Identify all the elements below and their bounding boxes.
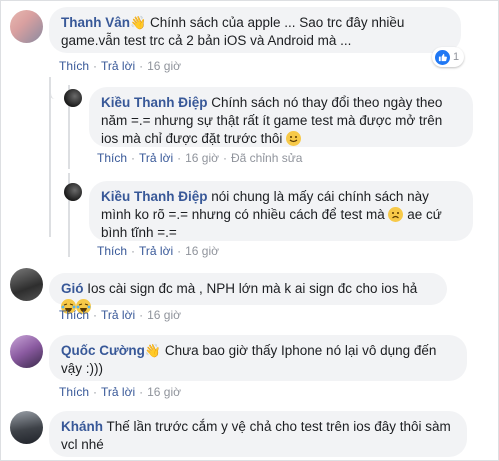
reply-link[interactable]: Trả lời <box>101 59 135 73</box>
reply-author[interactable]: Kiều Thanh Điệp <box>101 95 208 110</box>
comment-text: Ios cài sign đc mà , NPH lớn mà k ai sig… <box>83 281 418 296</box>
avatar-khanh[interactable] <box>10 411 43 444</box>
comment-text: Thế lần trước cắm y vệ chả cho test trên… <box>61 419 451 452</box>
like-link[interactable]: Thích <box>59 385 89 399</box>
timestamp[interactable]: 16 giờ <box>147 308 181 322</box>
timestamp[interactable]: 16 giờ <box>147 385 181 399</box>
comment-author[interactable]: Khánh <box>61 419 103 434</box>
wave-hand-icon: 👋 <box>144 343 162 358</box>
like-link[interactable]: Thích <box>97 151 127 165</box>
reply-link[interactable]: Trả lời <box>101 385 135 399</box>
reply-actions: Thích · Trả lời · 16 giờ · Đã chỉnh sửa <box>97 151 303 165</box>
timestamp[interactable]: 16 giờ <box>185 151 219 165</box>
like-reaction-icon <box>435 49 450 65</box>
comment-bubble: Khánh Thế lần trước cắm y vệ chả cho tes… <box>49 411 467 457</box>
thread-line <box>49 77 51 237</box>
comment-actions: Thích · Trả lời · 16 giờ <box>59 385 181 399</box>
avatar-kieu-thanh-diep[interactable] <box>64 183 82 201</box>
reply-link[interactable]: Trả lời <box>101 308 135 322</box>
comment-author[interactable]: Quốc Cường <box>61 343 145 358</box>
comment-author[interactable]: Gió <box>61 281 84 296</box>
wave-hand-icon: 👋 <box>130 15 147 30</box>
like-link[interactable]: Thích <box>97 244 127 258</box>
reply-bubble: Kiều Thanh Điệp nói chung là mấy cái chí… <box>89 181 473 241</box>
comment-author[interactable]: Thanh Vân <box>61 15 130 30</box>
thread-hook <box>49 77 57 99</box>
reply-author[interactable]: Kiều Thanh Điệp <box>101 189 208 204</box>
reply-link[interactable]: Trả lời <box>139 151 173 165</box>
reply-bubble: Kiều Thanh Điệp Chính sách nó thay đổi t… <box>89 87 473 147</box>
reaction-badge[interactable]: 1 <box>432 47 465 67</box>
avatar-gio[interactable] <box>10 268 43 301</box>
avatar-kieu-thanh-diep[interactable] <box>64 89 82 107</box>
like-link[interactable]: Thích <box>59 308 89 322</box>
comment-bubble: Gió Ios cài sign đc mà , NPH lớn mà k ai… <box>49 273 447 314</box>
reply-actions: Thích · Trả lời · 16 giờ <box>97 244 219 258</box>
timestamp[interactable]: 16 giờ <box>185 244 219 258</box>
comment-bubble: Quốc Cường👋 Chưa bao giờ thấy Iphone nó … <box>49 335 467 381</box>
timestamp[interactable]: 16 giờ <box>147 59 181 73</box>
smile-emoji-icon <box>286 131 302 146</box>
reply-link[interactable]: Trả lời <box>139 244 173 258</box>
avatar-quoc-cuong[interactable] <box>10 335 43 368</box>
reaction-count: 1 <box>453 51 460 63</box>
comment-actions: Thích · Trả lời · 16 giờ <box>59 308 181 322</box>
sad-emoji-icon <box>388 207 404 222</box>
like-link[interactable]: Thích <box>59 59 89 73</box>
comment-bubble: Thanh Vân👋 Chính sách của apple ... Sao … <box>49 7 461 53</box>
comment-actions: Thích · Trả lời · 16 giờ <box>59 59 181 73</box>
avatar-thanh-van[interactable] <box>10 10 43 43</box>
edited-label[interactable]: Đã chỉnh sửa <box>231 151 302 165</box>
